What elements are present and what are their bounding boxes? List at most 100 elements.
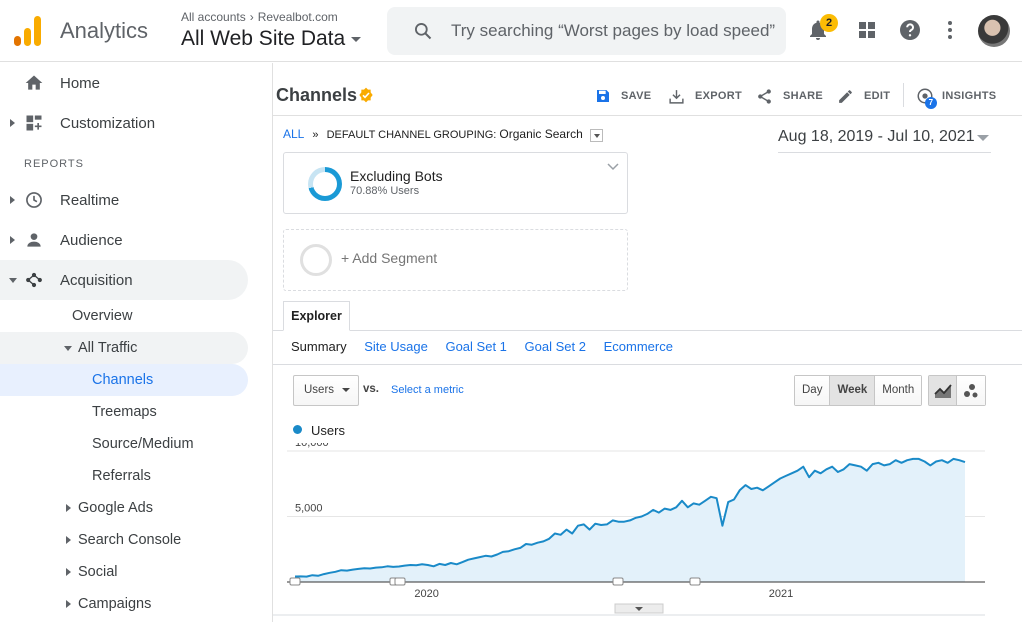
sidebar-item-customization[interactable]: Customization bbox=[0, 104, 248, 142]
tab-site-usage[interactable]: Site Usage bbox=[364, 339, 428, 354]
tab-explorer[interactable]: Explorer bbox=[283, 301, 350, 331]
sidebar-item-label: Social bbox=[78, 564, 118, 580]
segment-percentage: 70.88% Users bbox=[350, 185, 420, 197]
date-range-picker[interactable]: Aug 18, 2019 - Jul 10, 2021 bbox=[778, 128, 991, 153]
crumb-account[interactable]: Revealbot.com bbox=[258, 10, 338, 24]
clock-icon bbox=[26, 192, 42, 208]
sidebar-item-google-ads[interactable]: Google Ads bbox=[0, 492, 248, 524]
sidebar-item-label: Overview bbox=[72, 308, 133, 324]
sidebar-item-channels[interactable]: Channels bbox=[0, 364, 248, 396]
x-tick-label: 2021 bbox=[769, 588, 793, 600]
sidebar-item-overview[interactable]: Overview bbox=[0, 300, 248, 332]
report-breadcrumb: ALL » DEFAULT CHANNEL GROUPING: Organic … bbox=[283, 127, 603, 142]
account-breadcrumb[interactable]: All accounts › Revealbot.com bbox=[181, 10, 338, 24]
view-name: All Web Site Data bbox=[181, 27, 346, 50]
tab-goal-set-1[interactable]: Goal Set 1 bbox=[445, 339, 506, 354]
metric-select[interactable]: Users bbox=[293, 375, 359, 406]
crumb-all-accounts[interactable]: All accounts bbox=[181, 10, 246, 24]
sidebar-item-referrals[interactable]: Referrals bbox=[0, 460, 248, 492]
avatar[interactable] bbox=[978, 15, 1010, 47]
chevron-down-icon[interactable] bbox=[607, 163, 619, 171]
sidebar-item-treemaps[interactable]: Treemaps bbox=[0, 396, 248, 428]
expand-arrow-icon bbox=[10, 119, 15, 127]
select-metric-link[interactable]: Select a metric bbox=[391, 384, 464, 396]
sidebar-item-label: Realtime bbox=[60, 191, 120, 209]
tab-summary[interactable]: Summary bbox=[291, 339, 347, 354]
app-name: Analytics bbox=[60, 18, 149, 43]
acquisition-icon bbox=[26, 272, 42, 288]
sidebar-item-audience[interactable]: Audience bbox=[0, 221, 248, 259]
sidebar-item-home[interactable]: Home bbox=[0, 64, 248, 102]
top-bar: Analytics All accounts › Revealbot.com All… bbox=[0, 0, 1022, 62]
save-label: SAVE bbox=[621, 90, 652, 102]
crumb-group-label: DEFAULT CHANNEL GROUPING: bbox=[326, 129, 497, 141]
help-icon[interactable] bbox=[898, 18, 922, 42]
segment-card[interactable]: Excluding Bots 70.88% Users bbox=[283, 152, 628, 214]
edit-button[interactable]: EDIT bbox=[837, 87, 890, 105]
export-button[interactable]: EXPORT bbox=[668, 87, 742, 105]
sidebar-item-search-console[interactable]: Search Console bbox=[0, 524, 248, 556]
view-selector[interactable]: All Web Site Data bbox=[181, 27, 362, 51]
x-tick-label: 2020 bbox=[414, 588, 438, 600]
pencil-icon bbox=[839, 89, 852, 103]
share-button[interactable]: SHARE bbox=[756, 87, 823, 105]
segment-ring-icon bbox=[300, 244, 332, 276]
expand-arrow-icon bbox=[66, 504, 71, 512]
collapse-arrow-icon bbox=[64, 345, 72, 351]
sidebar-item-acquisition[interactable]: Acquisition bbox=[0, 260, 248, 300]
main-content: Channels SAVE EXPORT SHARE EDIT 7 INSIGH… bbox=[273, 63, 1022, 622]
granularity-toggle: Day Week Month bbox=[794, 375, 923, 406]
crumb-all-link[interactable]: ALL bbox=[283, 127, 304, 141]
save-icon bbox=[597, 90, 609, 102]
day-button[interactable]: Day bbox=[795, 376, 831, 405]
save-button[interactable]: SAVE bbox=[595, 87, 651, 105]
caret-down-icon bbox=[977, 135, 989, 141]
expand-arrow-icon bbox=[10, 196, 15, 204]
legend-dot bbox=[293, 425, 302, 434]
apps-icon[interactable] bbox=[855, 18, 879, 42]
sidebar-item-label: Search Console bbox=[78, 532, 182, 548]
vs-label: vs. bbox=[363, 383, 379, 395]
toolbar-divider bbox=[903, 83, 904, 107]
sidebar-item-all-traffic[interactable]: All Traffic bbox=[0, 332, 248, 364]
search-box[interactable]: Try searching “Worst pages by load speed… bbox=[387, 7, 786, 55]
export-label: EXPORT bbox=[695, 90, 743, 102]
insights-label: INSIGHTS bbox=[942, 90, 997, 102]
sidebar-item-label: All Traffic bbox=[78, 340, 138, 356]
search-icon bbox=[415, 23, 432, 40]
sidebar: Home Customization REPORTS Realtime Audi… bbox=[0, 63, 272, 622]
line-chart-icon[interactable] bbox=[929, 376, 957, 405]
sidebar-item-campaigns[interactable]: Campaigns bbox=[0, 588, 248, 620]
analytics-logo-icon[interactable] bbox=[14, 16, 42, 46]
insights-icon: 7 bbox=[916, 87, 937, 109]
tab-ecommerce[interactable]: Ecommerce bbox=[604, 339, 673, 354]
share-icon bbox=[758, 88, 771, 104]
crumb-group-value: Organic Search bbox=[499, 127, 583, 141]
verified-badge-icon bbox=[359, 87, 373, 103]
month-button[interactable]: Month bbox=[875, 376, 922, 405]
metric-group-tabs: Summary Site Usage Goal Set 1 Goal Set 2… bbox=[291, 339, 687, 354]
week-button[interactable]: Week bbox=[830, 376, 876, 405]
sidebar-item-label: Campaigns bbox=[78, 596, 152, 612]
download-icon bbox=[669, 89, 684, 104]
legend-label: Users bbox=[311, 423, 345, 438]
sidebar-item-label: Google Ads bbox=[78, 500, 153, 516]
tab-goal-set-2[interactable]: Goal Set 2 bbox=[525, 339, 586, 354]
sidebar-item-label: Channels bbox=[92, 372, 154, 388]
group-dropdown-icon[interactable] bbox=[589, 128, 603, 142]
sidebar-item-label: Acquisition bbox=[60, 271, 133, 289]
sidebar-item-label: Customization bbox=[60, 114, 156, 132]
person-icon bbox=[27, 233, 41, 247]
more-vert-icon[interactable] bbox=[938, 18, 962, 42]
insights-button[interactable]: 7 INSIGHTS bbox=[916, 87, 997, 109]
sidebar-item-label: Source/Medium bbox=[92, 436, 194, 452]
add-segment-button[interactable]: + Add Segment bbox=[283, 229, 628, 291]
notification-badge: 2 bbox=[820, 14, 838, 32]
sidebar-item-source-medium[interactable]: Source/Medium bbox=[0, 428, 248, 460]
sidebar-item-realtime[interactable]: Realtime bbox=[0, 181, 248, 219]
sidebar-item-label: Audience bbox=[60, 231, 123, 249]
segment-name: Excluding Bots bbox=[350, 168, 443, 184]
date-range-value: Aug 18, 2019 - Jul 10, 2021 bbox=[778, 128, 975, 145]
sidebar-item-social[interactable]: Social bbox=[0, 556, 248, 588]
motion-chart-icon[interactable] bbox=[957, 376, 985, 405]
